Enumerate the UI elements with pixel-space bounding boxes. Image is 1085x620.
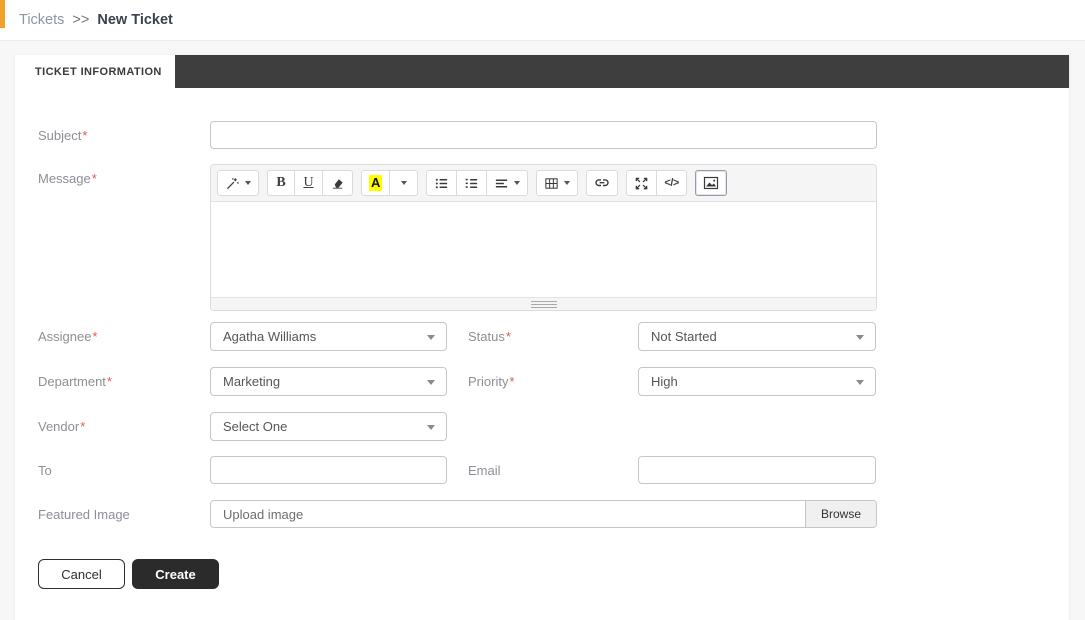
new-ticket-panel: TICKET INFORMATION Subject* Message*	[15, 55, 1069, 620]
featured-image-upload-group: Browse	[210, 500, 877, 528]
editor-toolbar: B U	[211, 165, 876, 202]
assignee-label: Assignee*	[38, 322, 210, 344]
assignee-status-row: Assignee* Agatha Williams Status* Not St…	[38, 322, 1069, 351]
caret-down-icon	[564, 181, 570, 185]
form-actions: Cancel Create	[38, 559, 1069, 589]
unordered-list-icon	[434, 176, 449, 191]
paragraph-icon	[494, 176, 509, 191]
subject-label: Subject*	[38, 121, 210, 143]
to-label: To	[38, 456, 210, 478]
assignee-select[interactable]: Agatha Williams	[210, 322, 447, 351]
table-icon	[544, 176, 559, 191]
department-select[interactable]: Marketing	[210, 367, 447, 396]
featured-image-label: Featured Image	[38, 500, 210, 522]
caret-down-icon	[856, 335, 864, 340]
fullscreen-button[interactable]	[626, 170, 657, 196]
caret-down-icon	[245, 181, 251, 185]
department-label: Department*	[38, 367, 210, 389]
table-dropdown-button[interactable]	[536, 170, 578, 196]
picture-icon	[703, 176, 719, 190]
resize-grip-icon	[531, 301, 557, 308]
required-asterisk: *	[82, 128, 87, 143]
priority-select[interactable]: High	[638, 367, 876, 396]
insert-picture-button[interactable]	[695, 170, 727, 196]
tab-ticket-information[interactable]: TICKET INFORMATION	[15, 55, 175, 88]
required-asterisk: *	[506, 329, 511, 344]
required-asterisk: *	[92, 329, 97, 344]
font-color-dropdown-button[interactable]	[390, 170, 418, 196]
status-label: Status*	[447, 322, 638, 344]
cancel-button[interactable]: Cancel	[38, 559, 125, 589]
top-header: Tickets >> New Ticket	[0, 0, 1085, 41]
message-row: Message*	[38, 164, 1069, 311]
accent-bar	[0, 0, 5, 28]
breadcrumb-tickets-link[interactable]: Tickets	[19, 12, 64, 28]
link-icon	[594, 175, 610, 191]
to-input[interactable]	[210, 456, 447, 484]
unordered-list-button[interactable]	[426, 170, 457, 196]
status-select[interactable]: Not Started	[638, 322, 876, 351]
vendor-select[interactable]: Select One	[210, 412, 447, 441]
breadcrumb-separator: >>	[72, 12, 89, 28]
upload-image-input[interactable]	[211, 501, 805, 527]
caret-down-icon	[856, 380, 864, 385]
rich-text-editor: B U	[210, 164, 877, 311]
fullscreen-icon	[634, 176, 649, 191]
ordered-list-icon	[464, 176, 479, 191]
caret-down-icon	[401, 181, 407, 185]
code-view-button[interactable]: </>	[657, 170, 686, 196]
style-dropdown-button[interactable]	[217, 170, 259, 196]
clear-formatting-button[interactable]	[323, 170, 353, 196]
required-asterisk: *	[509, 374, 514, 389]
subject-row: Subject*	[38, 121, 1069, 149]
message-editor-area[interactable]	[211, 202, 876, 297]
vendor-label: Vendor*	[38, 412, 210, 434]
caret-down-icon	[427, 425, 435, 430]
department-priority-row: Department* Marketing Priority* High	[38, 367, 1069, 396]
email-label: Email	[447, 456, 638, 478]
priority-label: Priority*	[447, 367, 638, 389]
create-button[interactable]: Create	[132, 559, 219, 589]
to-email-row: To Email	[38, 456, 1069, 484]
eraser-icon	[330, 176, 345, 191]
font-color-button[interactable]: A	[361, 170, 390, 196]
caret-down-icon	[514, 181, 520, 185]
editor-resize-handle[interactable]	[211, 297, 876, 310]
tab-bar: TICKET INFORMATION	[15, 55, 1069, 88]
breadcrumb: Tickets >> New Ticket	[0, 0, 1085, 40]
required-asterisk: *	[107, 374, 112, 389]
vendor-row: Vendor* Select One	[38, 412, 1069, 441]
caret-down-icon	[427, 335, 435, 340]
featured-image-row: Featured Image Browse	[38, 500, 1069, 528]
message-label: Message*	[38, 164, 210, 186]
browse-button[interactable]: Browse	[805, 501, 876, 527]
ordered-list-button[interactable]	[457, 170, 487, 196]
caret-down-icon	[427, 380, 435, 385]
ticket-form: Subject* Message*	[15, 88, 1069, 620]
magic-wand-icon	[225, 176, 240, 191]
bold-button[interactable]: B	[267, 170, 295, 196]
underline-button[interactable]: U	[295, 170, 323, 196]
email-input[interactable]	[638, 456, 876, 484]
subject-input[interactable]	[210, 121, 877, 149]
required-asterisk: *	[80, 419, 85, 434]
paragraph-dropdown-button[interactable]	[487, 170, 528, 196]
tab-bar-filler	[175, 55, 1069, 88]
link-button[interactable]	[586, 170, 618, 196]
required-asterisk: *	[92, 171, 97, 186]
page-title: New Ticket	[97, 12, 173, 28]
